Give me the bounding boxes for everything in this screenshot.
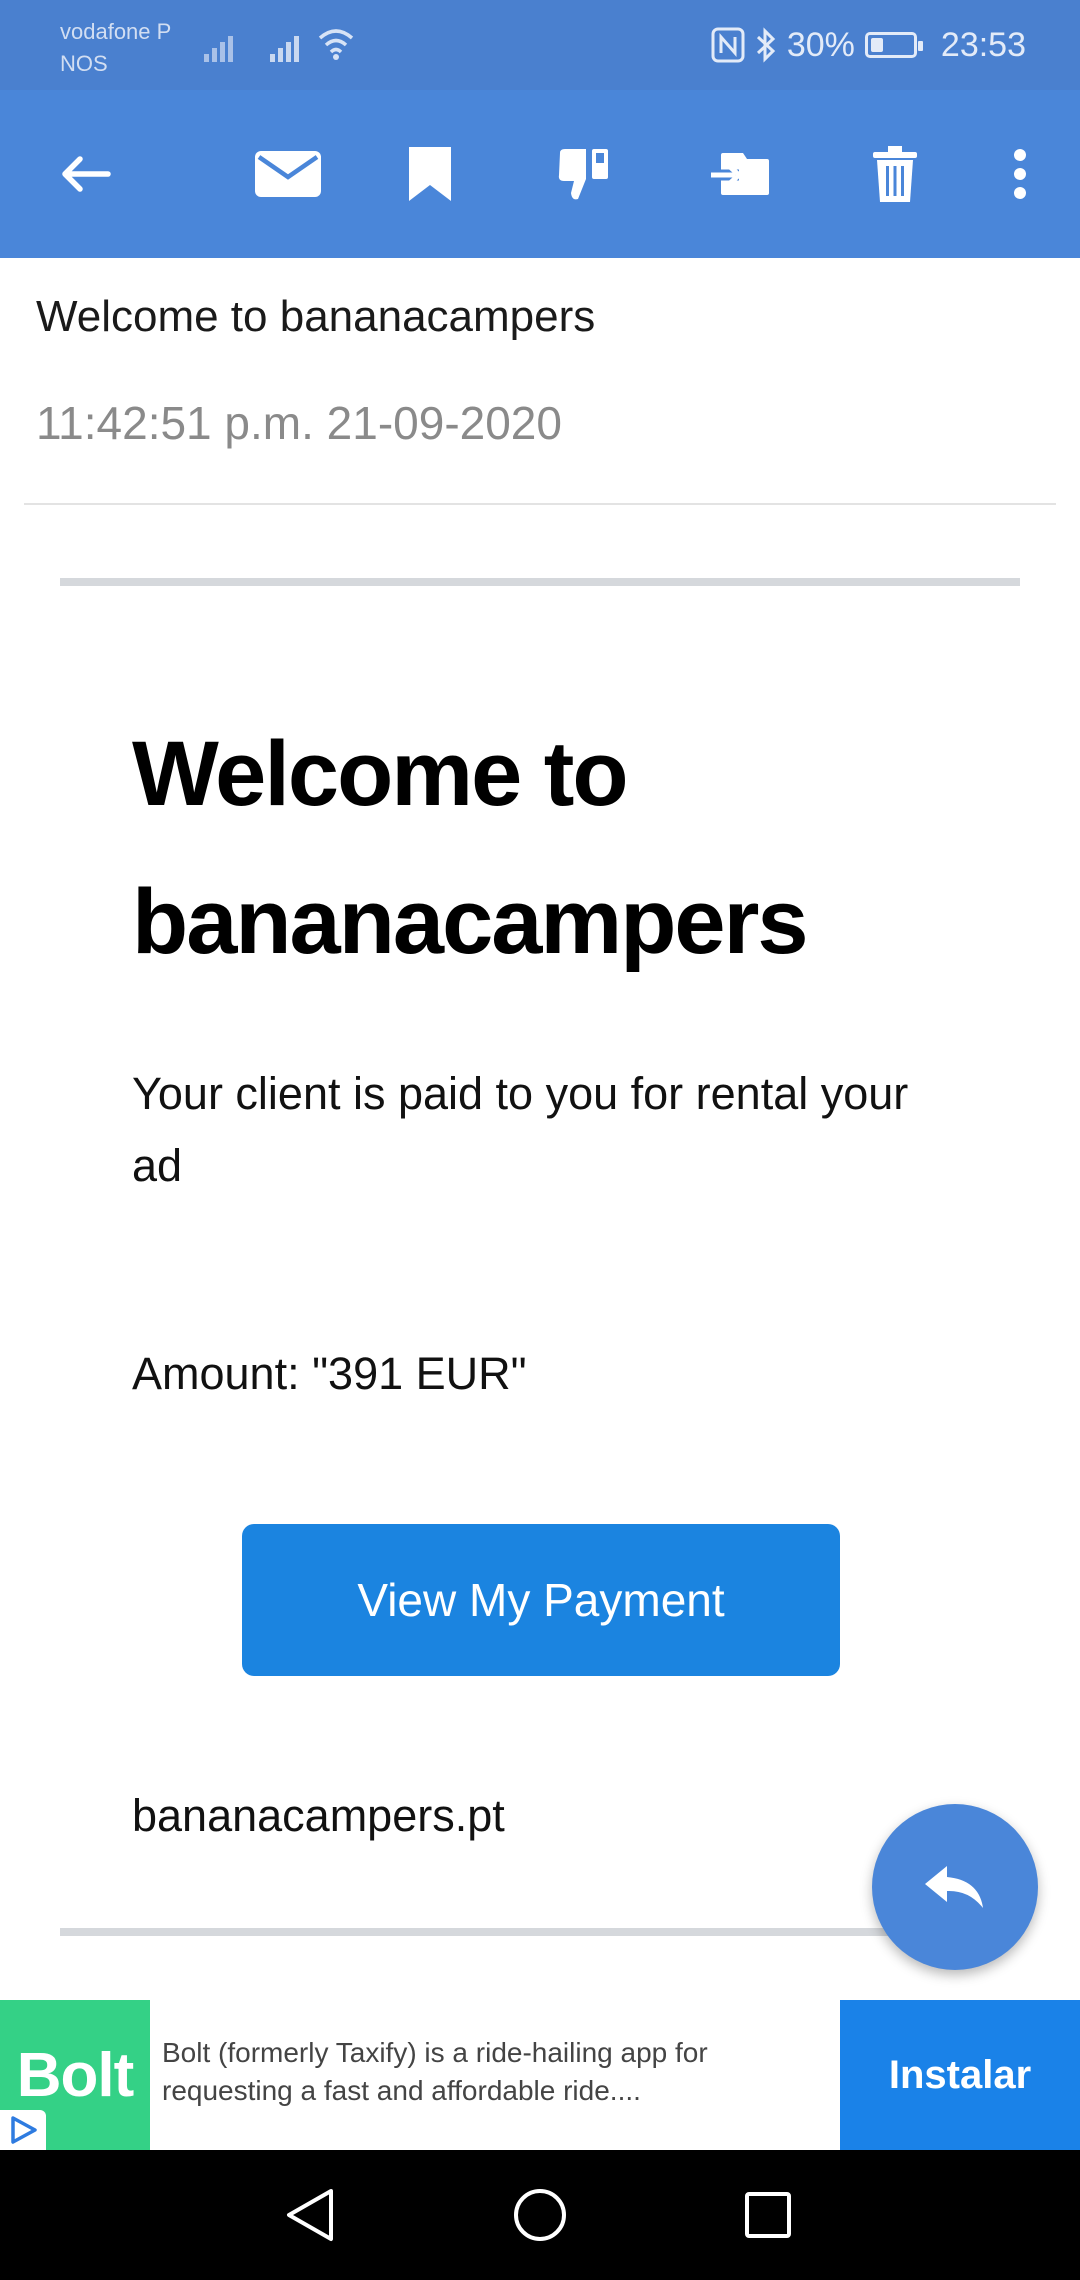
nav-back-button[interactable]	[250, 2150, 370, 2280]
mail-icon	[254, 151, 321, 197]
nav-home-button[interactable]	[480, 2150, 600, 2280]
battery-icon	[864, 32, 923, 58]
email-bottom-rule	[60, 1928, 900, 1936]
back-arrow-icon	[62, 156, 111, 192]
ad-choices-icon[interactable]	[0, 2110, 46, 2150]
email-top-rule	[60, 578, 1020, 586]
carrier-name-2: NOS	[60, 51, 108, 76]
nav-back-icon	[287, 2189, 333, 2241]
delete-button[interactable]	[855, 90, 935, 258]
bookmark-button[interactable]	[390, 90, 470, 258]
email-site-link[interactable]: bananacampers.pt	[132, 1790, 505, 1842]
view-payment-button[interactable]: View My Payment	[242, 1524, 840, 1676]
message-timestamp: 11:42:51 p.m. 21-09-2020	[36, 397, 562, 449]
ad-banner[interactable]: Bolt Bolt (formerly Taxify) is a ride-ha…	[0, 2000, 1080, 2150]
status-right: 30% 23:53	[711, 22, 1026, 68]
play-triangle-icon	[11, 2116, 37, 2144]
carrier-name-1: vodafone P	[60, 19, 172, 44]
clock: 23:53	[940, 25, 1026, 64]
trash-icon	[873, 146, 917, 202]
move-icon	[711, 153, 769, 195]
more-options-button[interactable]	[990, 90, 1050, 258]
spam-button[interactable]	[540, 90, 630, 258]
nfc-icon	[711, 27, 745, 63]
email-amount: Amount: "391 EUR"	[132, 1348, 527, 1399]
wifi-icon	[318, 29, 354, 60]
reply-button[interactable]	[872, 1804, 1038, 1970]
navigation-bar	[0, 2150, 1080, 2280]
battery-fill	[870, 38, 883, 52]
thumbs-down-icon	[558, 149, 608, 200]
more-vert-icon	[1014, 149, 1026, 199]
status-bar: vodafone P NOS 30% 23:53	[0, 0, 1080, 90]
nav-recents-button[interactable]	[708, 2150, 828, 2280]
ad-install-button[interactable]: Instalar	[840, 2000, 1080, 2150]
back-button[interactable]	[40, 90, 130, 258]
battery-percent: 30%	[786, 25, 855, 64]
header-divider	[24, 503, 1056, 505]
signal-1-icon	[204, 36, 233, 62]
email-text: Your client is paid to you for rental yo…	[132, 1068, 909, 1191]
signal-2-icon	[270, 36, 299, 62]
nav-home-icon	[514, 2189, 566, 2241]
toolbar	[0, 90, 1080, 258]
bluetooth-icon	[756, 27, 776, 63]
carrier-info: vodafone P NOS	[60, 16, 171, 80]
bookmark-icon	[409, 147, 451, 201]
reply-icon	[925, 1866, 983, 1908]
move-button[interactable]	[700, 90, 780, 258]
nav-recents-icon	[745, 2192, 791, 2238]
message-subject: Welcome to bananacampers	[36, 292, 596, 341]
mark-unread-button[interactable]	[240, 90, 335, 258]
ad-text[interactable]: Bolt (formerly Taxify) is a ride-hailing…	[162, 2034, 802, 2110]
email-title: Welcome to bananacampers	[132, 723, 809, 973]
